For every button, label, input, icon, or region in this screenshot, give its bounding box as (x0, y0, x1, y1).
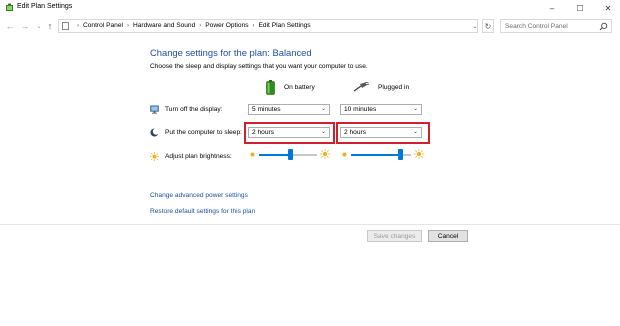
close-button[interactable]: ✕ (596, 0, 620, 16)
change-advanced-settings-link[interactable]: Change advanced power settings (150, 192, 248, 199)
address-dropdown-button[interactable]: ⌄ (470, 19, 480, 33)
slider-thumb[interactable] (397, 149, 403, 160)
selected-value: 5 minutes (252, 106, 281, 113)
sleep-timeout-label: Put the computer to sleep: (165, 129, 242, 136)
address-bar[interactable]: › Control Panel › Hardware and Sound › P… (58, 19, 478, 33)
breadcrumb-item[interactable]: Hardware and Sound (133, 22, 195, 29)
brightness-plugged-slider[interactable] (341, 148, 425, 162)
search-box[interactable] (500, 19, 612, 33)
breadcrumb-item[interactable]: Control Panel (83, 22, 123, 29)
maximize-button[interactable]: ☐ (568, 0, 592, 16)
battery-column-label: On battery (284, 84, 315, 91)
column-header-battery: On battery (266, 80, 315, 95)
selected-value: 10 minutes (344, 106, 377, 113)
breadcrumb: › Control Panel › Hardware and Sound › P… (73, 22, 311, 29)
breadcrumb-separator: › (77, 22, 79, 29)
slider-thumb[interactable] (288, 149, 294, 160)
brightness-battery-slider[interactable] (249, 148, 331, 162)
search-input[interactable] (505, 22, 595, 31)
sleep-moon-icon (150, 128, 159, 137)
search-icon (599, 22, 608, 31)
chevron-down-icon: ⌄ (320, 106, 326, 112)
page-subtitle: Choose the sleep and display settings th… (150, 63, 368, 70)
title-bar: Edit Plan Settings – ☐ ✕ (0, 0, 620, 16)
restore-defaults-link[interactable]: Restore default settings for this plan (150, 208, 255, 215)
up-button[interactable]: ↑ (44, 20, 56, 32)
save-changes-button[interactable]: Save changes (367, 230, 422, 242)
display-timeout-battery-select[interactable]: 5 minutes ⌄ (248, 104, 330, 115)
breadcrumb-separator[interactable]: › (253, 23, 255, 29)
breadcrumb-item[interactable]: Edit Plan Settings (259, 22, 311, 29)
bright-brightness-icon (414, 149, 424, 159)
sleep-timeout-row: Put the computer to sleep: (150, 128, 242, 137)
display-timeout-plugged-select[interactable]: 10 minutes ⌄ (340, 104, 422, 115)
breadcrumb-item[interactable]: Power Options (205, 22, 248, 29)
slider-fill (259, 154, 291, 156)
dim-brightness-icon (250, 152, 255, 157)
bright-brightness-icon (320, 149, 330, 159)
page-title: Change settings for the plan: Balanced (150, 47, 312, 58)
plugged-column-label: Plugged in (378, 83, 410, 91)
dim-brightness-icon (342, 152, 347, 157)
refresh-button[interactable]: ↻ (482, 19, 494, 33)
brightness-label: Adjust plan brightness: (165, 153, 232, 160)
display-icon (150, 105, 159, 114)
breadcrumb-separator[interactable]: › (199, 23, 201, 29)
divider (0, 224, 620, 225)
power-plan-icon (6, 3, 13, 11)
address-row: ← → ⌄ ↑ › Control Panel › Hardware and S… (0, 16, 620, 36)
plug-icon (353, 82, 369, 92)
brightness-icon (150, 152, 159, 161)
minimize-button[interactable]: – (540, 0, 564, 16)
display-timeout-label: Turn off the display: (165, 106, 223, 113)
control-panel-icon (62, 22, 69, 30)
window-title: Edit Plan Settings (17, 3, 73, 10)
slider-fill (351, 154, 401, 156)
column-header-plugged: Plugged in (353, 82, 409, 92)
back-button[interactable]: ← (4, 20, 16, 32)
cancel-button[interactable]: Cancel (428, 230, 468, 242)
chevron-down-icon: ⌄ (412, 106, 418, 112)
display-timeout-row: Turn off the display: (150, 105, 223, 114)
forward-button[interactable]: → (19, 20, 31, 32)
highlight-box-battery (244, 122, 335, 144)
battery-icon (266, 80, 275, 95)
brightness-row: Adjust plan brightness: (150, 152, 232, 161)
breadcrumb-separator[interactable]: › (127, 23, 129, 29)
highlight-box-plugged (336, 122, 430, 144)
